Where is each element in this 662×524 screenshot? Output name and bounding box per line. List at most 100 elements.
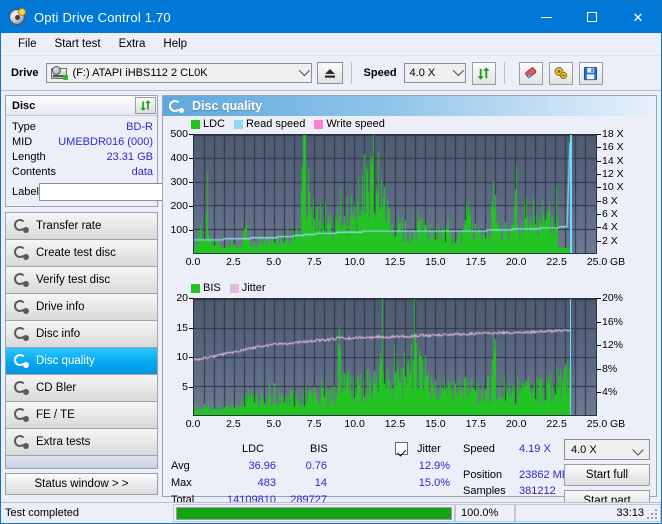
disc-contents-value: data — [131, 165, 153, 178]
sidebar-item-verify-test-disc[interactable]: Verify test disc — [6, 267, 157, 294]
y2-axis-tick-label: 2 X — [602, 234, 618, 247]
close-button[interactable]: ✕ — [615, 1, 661, 33]
stats-max-ldc: 483 — [257, 477, 276, 489]
sidebar-item-disc-info[interactable]: Disc info — [6, 321, 157, 348]
disc-contents-label: Contents — [12, 165, 57, 178]
disc-icon — [13, 273, 29, 287]
legend-label: Read speed — [246, 118, 306, 130]
disc-label-label: Label — [12, 185, 39, 198]
x-axis-tick-label: 2.5 — [226, 418, 241, 430]
y2-axis-tick-label: 10 X — [602, 181, 624, 194]
elapsed-time: 33:13 — [515, 504, 661, 522]
save-button[interactable] — [578, 61, 603, 85]
y2-axis-tick — [597, 240, 601, 242]
speed-select[interactable]: 4.0 X — [403, 63, 466, 83]
y-axis-tick — [189, 357, 193, 358]
sidebar-item-fe-te[interactable]: FE / TE — [6, 402, 157, 429]
x-axis-tick-label: 15.0 — [425, 256, 446, 268]
erase-button[interactable] — [518, 61, 543, 85]
y-axis-tick-label: 20 — [176, 292, 188, 304]
x-axis-tick-label: 20.0 — [505, 418, 527, 430]
sidebar-item-disc-quality[interactable]: Disc quality — [6, 348, 157, 375]
test-speed-select[interactable]: 4.0 X — [564, 439, 650, 460]
test-speed-value: 4.0 X — [571, 443, 597, 456]
disc-row-length: Length 23.31 GB — [12, 149, 153, 164]
y2-axis-tick — [597, 227, 601, 229]
y-axis-tick — [189, 182, 193, 183]
legend-swatch — [229, 283, 239, 293]
speed-label: Speed — [363, 67, 397, 79]
sidebar-item-label: FE / TE — [36, 409, 75, 421]
menu-help[interactable]: Help — [154, 36, 196, 52]
y2-axis-tick — [597, 147, 601, 149]
y2-axis-tick — [597, 134, 601, 135]
jitter-checkbox[interactable] — [395, 442, 408, 455]
x-axis-tick-label: 2.5 — [226, 256, 241, 268]
sidebar-item-cd-bler[interactable]: CD Bler — [6, 375, 157, 402]
sidebar-item-label: Disc info — [36, 328, 81, 340]
disc-length-value: 23.31 GB — [106, 150, 153, 163]
refresh-icon — [140, 100, 151, 111]
result-position-label: Position — [463, 469, 503, 481]
ldc-read-speed-chart: LDC Read speed Write speed 0.0 2.5 5.0 7.5 10.… — [163, 116, 656, 282]
x-axis-tick-label: 22.5 — [546, 256, 567, 268]
legend-item: BIS — [191, 282, 221, 294]
stats-col-ldc: LDC — [242, 443, 265, 455]
position-marker-line — [570, 299, 572, 415]
stats-row-max-label: Max — [171, 477, 192, 489]
legend-swatch — [191, 283, 200, 293]
disc-type-label: Type — [12, 120, 36, 133]
x-axis-tick-label: 17.5 — [465, 418, 487, 430]
drive-select[interactable]: (F:) ATAPI iHBS112 2 CL0K — [45, 63, 312, 83]
legend-item: LDC — [191, 118, 225, 130]
legend-swatch — [314, 119, 324, 129]
menu-bar: File Start test Extra Help — [1, 33, 661, 56]
disc-refresh-button[interactable] — [135, 97, 156, 114]
sidebar-item-transfer-rate[interactable]: Transfer rate — [6, 213, 157, 240]
refresh-button[interactable] — [471, 61, 496, 85]
title-bar: Opti Drive Control 1.70 ✕ — [1, 1, 661, 33]
chart-legend: BIS Jitter — [191, 282, 271, 294]
disc-icon — [13, 219, 29, 233]
disc-quality-panel: Disc quality LDC Read speed Write speed 0.… — [162, 95, 657, 512]
menu-extra[interactable]: Extra — [110, 36, 155, 52]
minimize-button[interactable] — [523, 1, 569, 33]
disc-length-label: Length — [12, 150, 46, 163]
tools-button[interactable] — [548, 61, 573, 85]
x-axis-tick-label: 10.0 — [344, 256, 365, 268]
sidebar-item-create-test-disc[interactable]: Create test disc — [6, 240, 157, 267]
y-axis-tick-label: 15 — [176, 321, 188, 334]
y-axis-tick-label: 10 — [176, 351, 188, 363]
y2-axis-tick — [597, 160, 601, 162]
y-axis-tick — [189, 230, 193, 231]
progress-percent: 100.0% — [455, 504, 515, 522]
y2-axis-tick-label: 6 X — [602, 208, 618, 220]
eject-icon — [324, 69, 335, 78]
stats-max-bis: 14 — [314, 477, 327, 489]
menu-start-test[interactable]: Start test — [46, 36, 110, 52]
right-column: Disc quality LDC Read speed Write speed 0.… — [161, 91, 661, 512]
legend-label: Write speed — [326, 118, 385, 130]
eject-button[interactable] — [316, 62, 343, 84]
y-axis-tick-label: 200 — [170, 200, 188, 212]
disc-icon — [13, 354, 29, 368]
status-window-button[interactable]: Status window > > — [5, 473, 158, 495]
sidebar-item-extra-tests[interactable]: Extra tests — [6, 429, 157, 456]
sidebar-item-label: Verify test disc — [36, 274, 111, 286]
disc-icon — [13, 327, 29, 341]
sidebar-item-drive-info[interactable]: Drive info — [6, 294, 157, 321]
menu-file[interactable]: File — [9, 36, 46, 52]
y-axis-tick — [189, 327, 193, 329]
start-full-button[interactable]: Start full — [564, 464, 650, 486]
x-axis-tick-label: 7.5 — [306, 256, 322, 268]
x-axis-tick-label: 25.0 — [586, 256, 608, 268]
chart-plot-area — [193, 298, 597, 416]
disc-row-contents: Contents data — [12, 164, 153, 179]
disc-panel-title: Disc — [12, 99, 36, 112]
y-axis-tick — [189, 298, 193, 299]
y2-axis-tick-label: 16 X — [602, 141, 624, 154]
resize-grip[interactable] — [647, 509, 659, 521]
maximize-button[interactable] — [569, 1, 615, 33]
y-axis-tick — [189, 206, 193, 207]
y-axis-tick — [189, 134, 193, 135]
